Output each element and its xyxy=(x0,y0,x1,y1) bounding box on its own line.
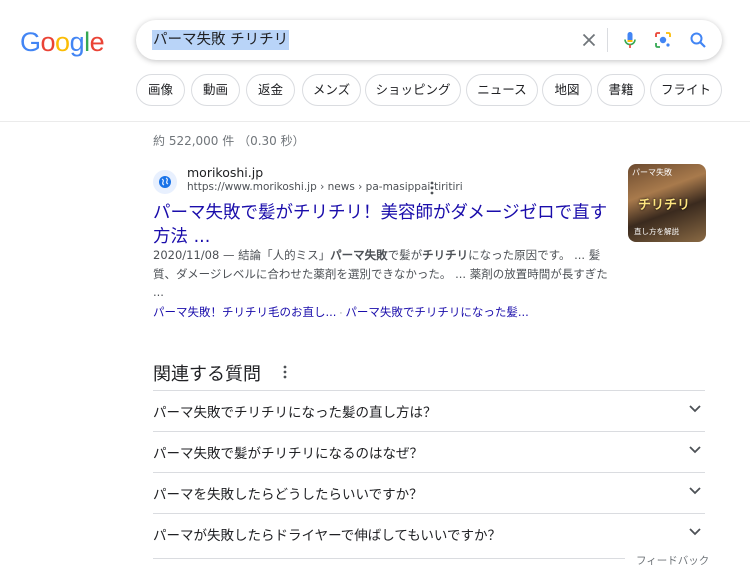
more-options-icon[interactable] xyxy=(426,180,438,196)
site-url[interactable]: https://www.morikoshi.jp › news › pa-mas… xyxy=(187,181,463,193)
snippet-text: 結論「人的ミス」 xyxy=(238,248,331,262)
chip-mens[interactable]: メンズ xyxy=(302,74,361,106)
question-text: パーマ失敗で髪がチリチリになるのはなぜ？ xyxy=(153,446,423,462)
snippet-highlight: チリチリ xyxy=(422,248,469,262)
microphone-icon[interactable] xyxy=(620,30,640,50)
result-snippet: 2020/11/08 — 結論「人的ミス」パーマ失敗で髪がチリチリになった原因で… xyxy=(153,246,613,302)
snippet-date: 2020/11/08 xyxy=(153,248,220,262)
site-name[interactable]: morikoshi.jp xyxy=(187,165,263,180)
chip-videos[interactable]: 動画 xyxy=(191,74,240,106)
related-question[interactable]: パーマ失敗で髪がチリチリになるのはなぜ？ xyxy=(153,431,705,471)
thumbnail-text: 直し方を解説 xyxy=(634,227,679,236)
question-text: パーマを失敗したらどうしたらいいですか？ xyxy=(153,487,423,503)
result-stats: 約 522,000 件 （0.30 秒） xyxy=(153,134,305,148)
chevron-down-icon xyxy=(689,487,701,495)
site-favicon[interactable] xyxy=(153,170,177,194)
result-title-link[interactable]: パーマ失敗で髪がチリチリ！美容師がダメージゼロで直す方法 ... xyxy=(153,201,613,249)
question-text: パーマが失敗したらドライヤーで伸ばしてもいいですか？ xyxy=(153,528,502,544)
related-question[interactable]: パーマ失敗でチリチリになった髪の直し方は？ xyxy=(153,390,705,430)
logo-letter: g xyxy=(69,27,85,57)
chevron-down-icon xyxy=(689,446,701,454)
logo-letter: o xyxy=(55,27,70,57)
feedback-link[interactable]: フィードバック xyxy=(636,553,709,568)
logo-letter: G xyxy=(20,27,41,57)
thumbnail-text: パーマ失敗 xyxy=(632,168,672,177)
sitelink[interactable]: パーマ失敗！チリチリ毛のお直し... xyxy=(153,305,336,319)
camera-lens-icon[interactable] xyxy=(653,30,673,50)
search-box[interactable]: パーマ失敗 チリチリ xyxy=(136,20,722,60)
close-icon[interactable] xyxy=(579,30,599,50)
snippet-separator: — xyxy=(219,248,239,262)
question-text: パーマ失敗でチリチリになった髪の直し方は？ xyxy=(153,405,437,421)
divider xyxy=(153,558,625,559)
logo-letter: o xyxy=(40,27,56,57)
result-thumbnail[interactable]: パーマ失敗 チリチリ 直し方を解説 xyxy=(628,164,706,242)
globe-icon xyxy=(159,176,171,188)
chip-images[interactable]: 画像 xyxy=(136,74,185,106)
chip-flights[interactable]: フライト xyxy=(650,74,722,106)
more-options-icon[interactable] xyxy=(280,364,290,380)
chevron-down-icon xyxy=(689,528,701,536)
chip-news[interactable]: ニュース xyxy=(466,74,538,106)
sitelink[interactable]: パーマ失敗でチリチリになった髪... xyxy=(345,305,528,319)
sitelinks: パーマ失敗！チリチリ毛のお直し... · パーマ失敗でチリチリになった髪... xyxy=(153,304,529,320)
snippet-highlight: パーマ失敗 xyxy=(330,248,388,262)
chip-refund[interactable]: 返金 xyxy=(246,74,295,106)
header-divider xyxy=(0,121,750,122)
chip-maps[interactable]: 地図 xyxy=(542,74,592,106)
chevron-down-icon xyxy=(689,405,701,413)
chip-shopping[interactable]: ショッピング xyxy=(365,74,461,106)
related-questions-heading: 関連する質問 xyxy=(153,364,261,385)
search-icon[interactable] xyxy=(688,30,708,50)
sitelink-separator: · xyxy=(339,309,343,319)
related-question[interactable]: パーマを失敗したらどうしたらいいですか？ xyxy=(153,472,705,512)
google-logo[interactable]: Google xyxy=(20,27,105,58)
snippet-text: で髪が xyxy=(387,248,423,262)
logo-letter: e xyxy=(89,27,105,57)
related-question[interactable]: パーマが失敗したらドライヤーで伸ばしてもいいですか？ xyxy=(153,513,705,553)
chip-books[interactable]: 書籍 xyxy=(597,74,645,106)
thumbnail-text: チリチリ xyxy=(638,198,691,213)
search-input[interactable]: パーマ失敗 チリチリ xyxy=(152,30,290,50)
search-divider xyxy=(607,28,608,52)
